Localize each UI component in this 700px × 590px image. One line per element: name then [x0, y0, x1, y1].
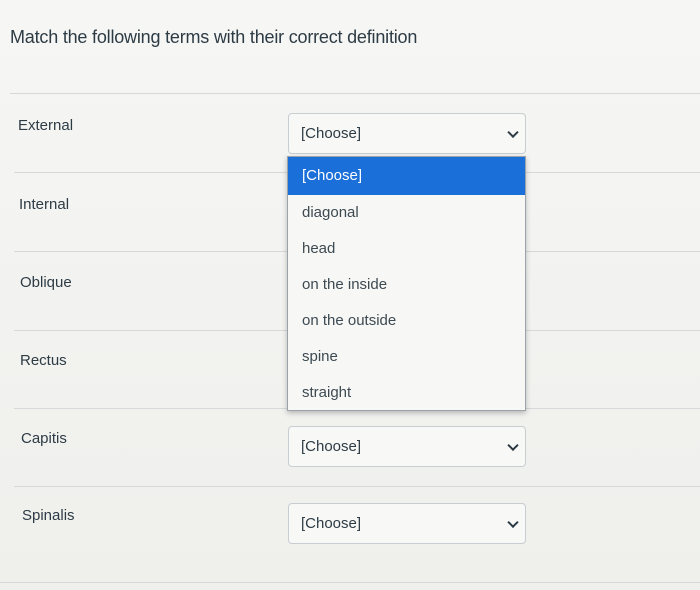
dropdown-option[interactable]: diagonal — [288, 195, 525, 231]
dropdown-list: [Choose] diagonal head on the inside on … — [287, 156, 526, 411]
term-label: Internal — [19, 196, 70, 213]
term-label: External — [18, 117, 74, 134]
term-label: Oblique — [20, 274, 72, 291]
divider — [0, 582, 700, 583]
answer-select[interactable]: [Choose] — [288, 503, 526, 544]
answer-select[interactable]: [Choose] — [288, 426, 526, 467]
divider — [14, 486, 700, 487]
dropdown-option[interactable]: [Choose] — [288, 157, 525, 195]
dropdown-option[interactable]: spine — [288, 339, 525, 375]
term-label: Rectus — [20, 352, 67, 369]
divider — [10, 93, 700, 94]
select-value: [Choose] — [301, 438, 362, 455]
dropdown-option[interactable]: straight — [288, 375, 525, 411]
question-text: Match the following terms with their cor… — [10, 27, 418, 47]
term-label: Capitis — [21, 430, 67, 447]
dropdown-option[interactable]: head — [288, 231, 525, 267]
chevron-down-icon — [507, 439, 519, 451]
dropdown-option[interactable]: on the outside — [288, 303, 525, 339]
chevron-down-icon — [507, 126, 519, 138]
term-label: Spinalis — [22, 507, 75, 524]
answer-select[interactable]: [Choose] — [288, 113, 526, 154]
select-value: [Choose] — [301, 125, 362, 142]
select-value: [Choose] — [301, 515, 362, 532]
dropdown-option[interactable]: on the inside — [288, 267, 525, 303]
chevron-down-icon — [507, 516, 519, 528]
